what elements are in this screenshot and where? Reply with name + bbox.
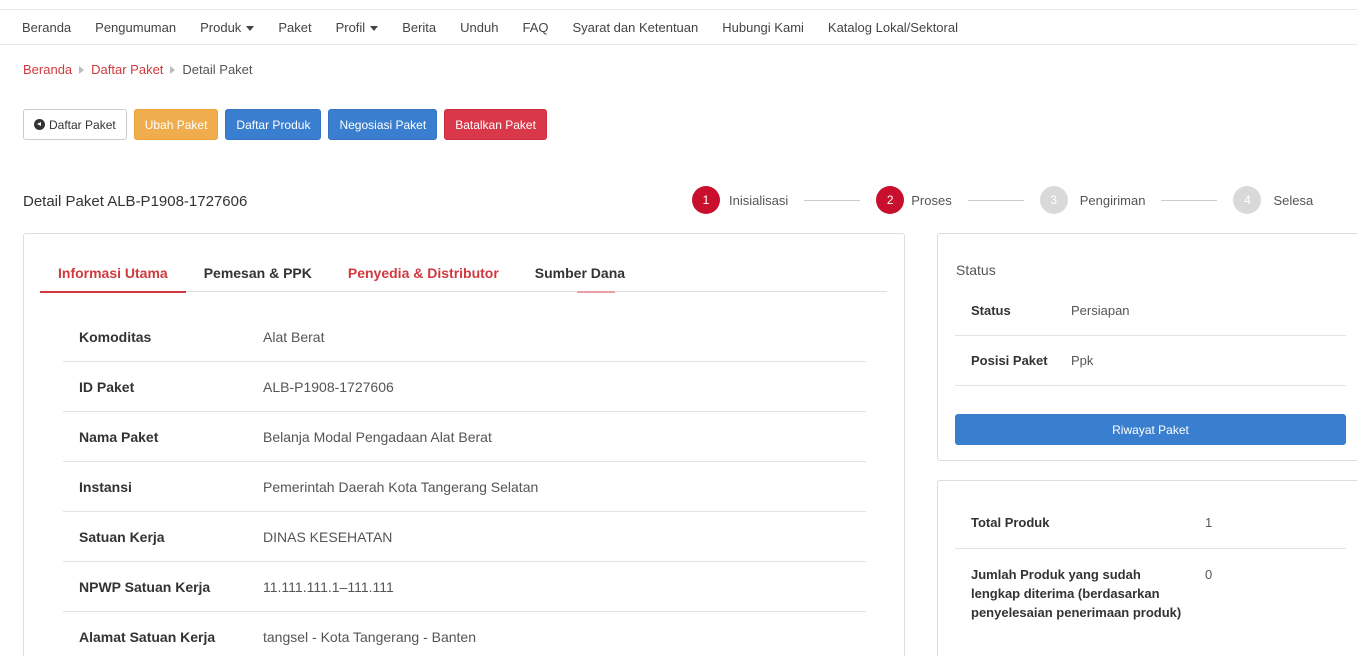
info-value: ALB-P1908-1727606 — [263, 378, 394, 395]
tab-sumber-dana[interactable]: Sumber Dana — [517, 254, 643, 292]
received-product-row: Jumlah Produk yang sudah lengkap diterim… — [955, 549, 1346, 632]
nav-syarat-ketentuan[interactable]: Syarat dan Ketentuan — [572, 20, 698, 35]
page-title: Detail Paket ALB-P1908-1727606 — [23, 193, 248, 210]
nav-hubungi-kami[interactable]: Hubungi Kami — [722, 20, 804, 35]
arrow-circle-left-icon — [34, 119, 45, 130]
info-value: Belanja Modal Pengadaan Alat Berat — [263, 428, 492, 445]
info-row-npwp: NPWP Satuan Kerja 11.111.111.1–111.111 — [63, 562, 866, 612]
progress-stepper: 1 Inisialisasi 2 Proses 3 Pengiriman 4 S… — [692, 186, 1313, 214]
package-detail-card: Informasi Utama Pemesan & PPK Penyedia &… — [23, 233, 905, 656]
info-row-satuan-kerja: Satuan Kerja DINAS KESEHATAN — [63, 512, 866, 562]
step-number: 4 — [1233, 186, 1262, 214]
breadcrumb-daftar-paket-link[interactable]: Daftar Paket — [91, 62, 163, 77]
breadcrumb: Beranda Daftar Paket Detail Paket — [23, 62, 253, 77]
info-row-id-paket: ID Paket ALB-P1908-1727606 — [63, 362, 866, 412]
tab-informasi-utama[interactable]: Informasi Utama — [40, 254, 186, 293]
info-key: Komoditas — [79, 328, 152, 345]
info-key: Instansi — [79, 478, 132, 495]
edit-package-button[interactable]: Ubah Paket — [133, 109, 219, 140]
info-key: ID Paket — [79, 378, 135, 395]
status-heading: Status — [956, 262, 996, 278]
product-list-button[interactable]: Daftar Produk — [225, 109, 322, 140]
nav-beranda[interactable]: Beranda — [22, 20, 71, 35]
info-key: NPWP Satuan Kerja — [79, 578, 211, 595]
status-key: Status — [971, 303, 1011, 318]
received-product-label: Jumlah Produk yang sudah lengkap diterim… — [971, 567, 1182, 620]
step-number: 1 — [692, 186, 720, 214]
step-label: Proses — [911, 192, 952, 208]
step-connector — [1161, 199, 1218, 201]
total-product-label: Total Produk — [971, 515, 1050, 530]
nav-unduh[interactable]: Unduh — [460, 20, 498, 35]
info-value: tangsel - Kota Tangerang - Banten — [263, 629, 477, 645]
action-toolbar: Daftar Paket Ubah Paket Daftar Produk Ne… — [23, 109, 554, 140]
breadcrumb-home-link[interactable]: Beranda — [23, 62, 72, 77]
info-key: Satuan Kerja — [79, 528, 165, 545]
step-label: Pengiriman — [1079, 192, 1146, 208]
step-connector — [804, 199, 861, 201]
tab-penyedia-distributor[interactable]: Penyedia & Distributor — [330, 254, 517, 292]
step-label: Inisialisasi — [729, 192, 789, 208]
info-key: Nama Paket — [79, 428, 159, 445]
step-selesai: 4 Selesa — [1233, 186, 1313, 214]
step-pengiriman: 3 Pengiriman — [1039, 186, 1146, 214]
nav-berita[interactable]: Berita — [402, 20, 436, 35]
cancel-package-button[interactable]: Batalkan Paket — [444, 109, 547, 140]
info-key: Alamat Satuan Kerja — [79, 629, 216, 645]
info-row-nama-paket: Nama Paket Belanja Modal Pengadaan Alat … — [63, 412, 866, 462]
breadcrumb-separator-icon — [170, 65, 176, 74]
tab-hover-indicator — [577, 291, 615, 293]
nav-katalog-lokal[interactable]: Katalog Lokal/Sektoral — [828, 20, 958, 35]
step-inisialisasi: 1 Inisialisasi — [692, 186, 788, 214]
negotiate-package-button[interactable]: Negosiasi Paket — [328, 109, 438, 140]
tab-pemesan-ppk[interactable]: Pemesan & PPK — [186, 254, 330, 292]
step-number: 2 — [876, 186, 905, 214]
info-table: Komoditas Alat Berat ID Paket ALB-P1908-… — [63, 312, 866, 656]
info-row-instansi: Instansi Pemerintah Daerah Kota Tangeran… — [63, 462, 866, 512]
info-value: 11.111.111.1–111.111 — [263, 578, 394, 595]
nav-paket[interactable]: Paket — [278, 20, 311, 35]
received-product-value: 0 — [1205, 567, 1213, 582]
product-summary-card: Total Produk 1 Jumlah Produk yang sudah … — [937, 480, 1357, 656]
top-navigation: Beranda Pengumuman Produk Paket Profil B… — [0, 9, 1357, 45]
nav-pengumuman[interactable]: Pengumuman — [95, 20, 176, 35]
step-label: Selesa — [1273, 192, 1314, 208]
info-value: Pemerintah Daerah Kota Tangerang Selatan — [263, 478, 539, 495]
nav-profil-dropdown[interactable]: Profil — [336, 20, 379, 35]
status-row: Status Persiapan — [955, 286, 1346, 336]
detail-tabs: Informasi Utama Pemesan & PPK Penyedia &… — [40, 254, 887, 293]
breadcrumb-separator-icon — [79, 65, 85, 74]
info-row-komoditas: Komoditas Alat Berat — [63, 312, 866, 362]
product-summary-table: Total Produk 1 Jumlah Produk yang sudah … — [955, 499, 1346, 632]
info-row-alamat: Alamat Satuan Kerja tangsel - Kota Tange… — [63, 612, 866, 656]
status-key: Posisi Paket — [971, 353, 1048, 368]
package-history-button[interactable]: Riwayat Paket — [955, 414, 1346, 445]
nav-produk-dropdown[interactable]: Produk — [200, 20, 255, 35]
caret-down-icon — [246, 25, 255, 31]
total-product-row: Total Produk 1 — [955, 499, 1346, 549]
status-value: Persiapan — [1071, 303, 1130, 318]
caret-down-icon — [370, 25, 379, 31]
status-table: Status Persiapan Posisi Paket Ppk — [955, 286, 1346, 386]
step-proses: 2 Proses — [876, 186, 952, 214]
back-to-list-button[interactable]: Daftar Paket — [23, 109, 127, 140]
step-connector — [967, 199, 1024, 201]
breadcrumb-current: Detail Paket — [182, 62, 253, 77]
status-row: Posisi Paket Ppk — [955, 336, 1346, 386]
info-value: DINAS KESEHATAN — [263, 528, 393, 545]
status-card: Status Status Persiapan Posisi Paket Ppk… — [937, 233, 1357, 461]
total-product-value: 1 — [1205, 515, 1213, 530]
step-number: 3 — [1039, 186, 1068, 214]
nav-faq[interactable]: FAQ — [522, 20, 548, 35]
info-value: Alat Berat — [263, 328, 325, 345]
status-value: Ppk — [1071, 353, 1094, 368]
